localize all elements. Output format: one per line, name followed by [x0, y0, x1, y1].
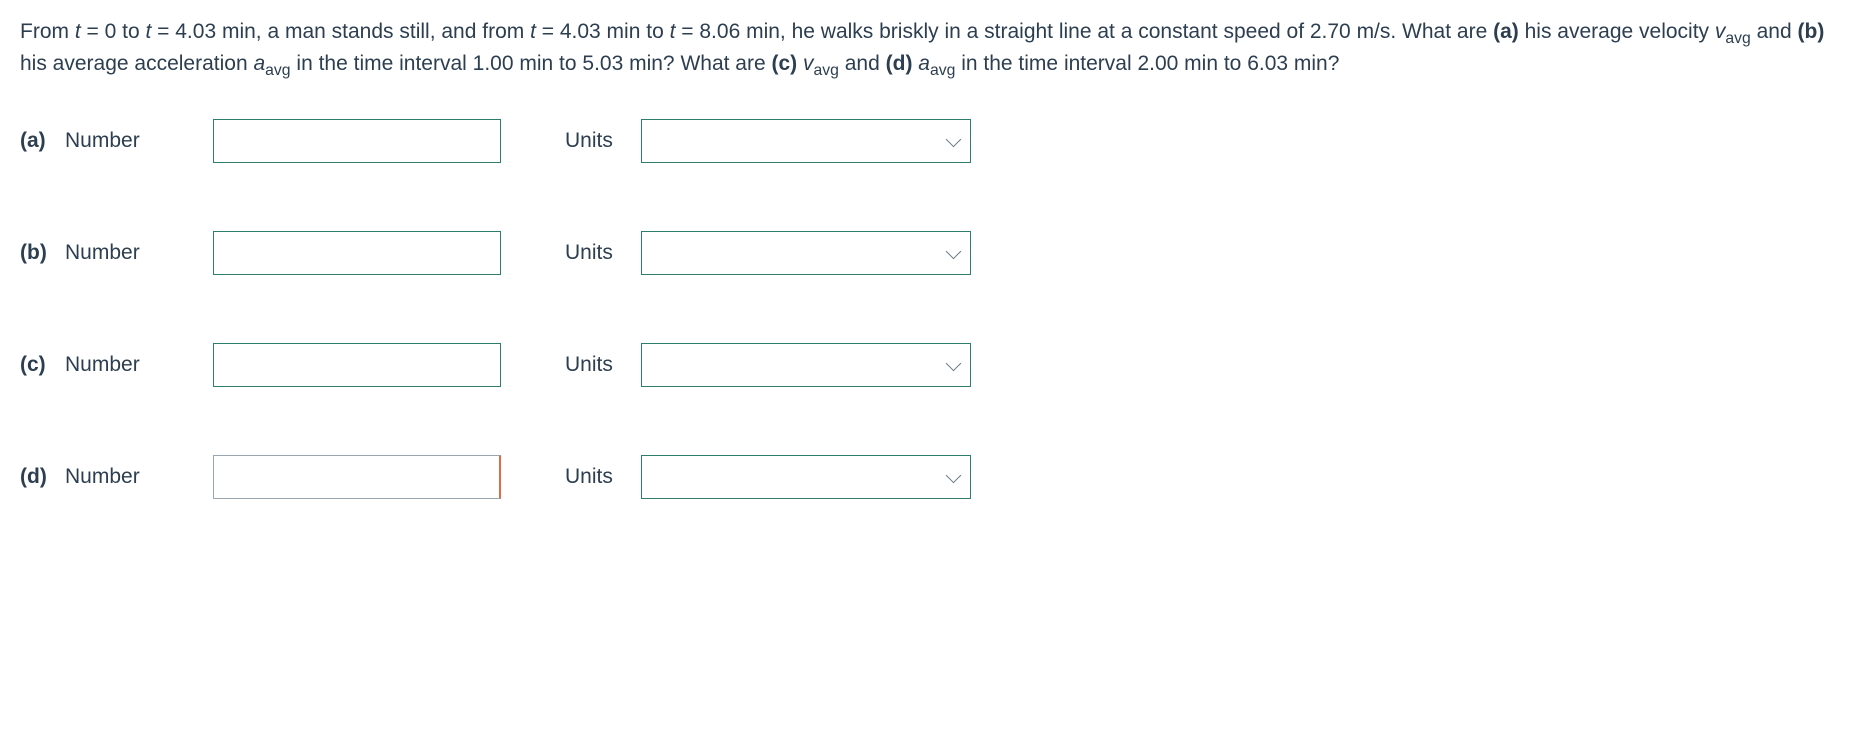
- part-d-marker: (d): [886, 52, 913, 75]
- text: = 4.03 min, a man stands still, and from: [151, 20, 530, 43]
- part-label: (c): [20, 349, 65, 381]
- var-a: a: [918, 52, 930, 75]
- units-select-wrap: [641, 119, 971, 163]
- units-label: Units: [565, 125, 613, 157]
- part-label: (d): [20, 461, 65, 493]
- units-label: Units: [565, 237, 613, 269]
- number-input-b[interactable]: [213, 231, 501, 275]
- var-a: a: [253, 52, 265, 75]
- subscript-avg: avg: [814, 62, 839, 79]
- part-label: (a): [20, 125, 65, 157]
- text: From: [20, 20, 75, 43]
- number-label: Number: [65, 349, 185, 381]
- part-b-marker: (b): [1798, 20, 1825, 43]
- units-select-c[interactable]: [641, 343, 971, 387]
- var-v: v: [1715, 20, 1726, 43]
- units-select-wrap: [641, 343, 971, 387]
- units-select-b[interactable]: [641, 231, 971, 275]
- number-label: Number: [65, 461, 185, 493]
- text: and: [1751, 20, 1798, 43]
- text: his average acceleration: [20, 52, 253, 75]
- units-select-wrap: [641, 455, 971, 499]
- units-select-a[interactable]: [641, 119, 971, 163]
- answer-row-b: (b) Number Units: [20, 231, 1846, 275]
- part-a-marker: (a): [1493, 20, 1519, 43]
- text: = 4.03 min to: [536, 20, 670, 43]
- var-v: v: [803, 52, 814, 75]
- units-label: Units: [565, 349, 613, 381]
- subscript-avg: avg: [930, 62, 955, 79]
- units-label: Units: [565, 461, 613, 493]
- text: = 0 to: [81, 20, 146, 43]
- text: in the time interval 2.00 min to 6.03 mi…: [955, 52, 1339, 75]
- subscript-avg: avg: [265, 62, 290, 79]
- answer-row-d: (d) Number Units: [20, 455, 1846, 499]
- number-input-a[interactable]: [213, 119, 501, 163]
- number-input-d[interactable]: [213, 455, 501, 499]
- text: = 8.06 min, he walks briskly in a straig…: [675, 20, 1493, 43]
- number-input-c[interactable]: [213, 343, 501, 387]
- subscript-avg: avg: [1725, 30, 1750, 47]
- units-select-d[interactable]: [641, 455, 971, 499]
- answers-section: (a) Number Units (b) Number Units (c) Nu…: [20, 119, 1846, 499]
- text: his average velocity: [1519, 20, 1715, 43]
- units-select-wrap: [641, 231, 971, 275]
- problem-statement: From t = 0 to t = 4.03 min, a man stands…: [20, 16, 1846, 79]
- part-c-marker: (c): [771, 52, 797, 75]
- answer-row-a: (a) Number Units: [20, 119, 1846, 163]
- part-label: (b): [20, 237, 65, 269]
- text: and: [839, 52, 886, 75]
- answer-row-c: (c) Number Units: [20, 343, 1846, 387]
- number-label: Number: [65, 125, 185, 157]
- number-label: Number: [65, 237, 185, 269]
- text: in the time interval 1.00 min to 5.03 mi…: [291, 52, 772, 75]
